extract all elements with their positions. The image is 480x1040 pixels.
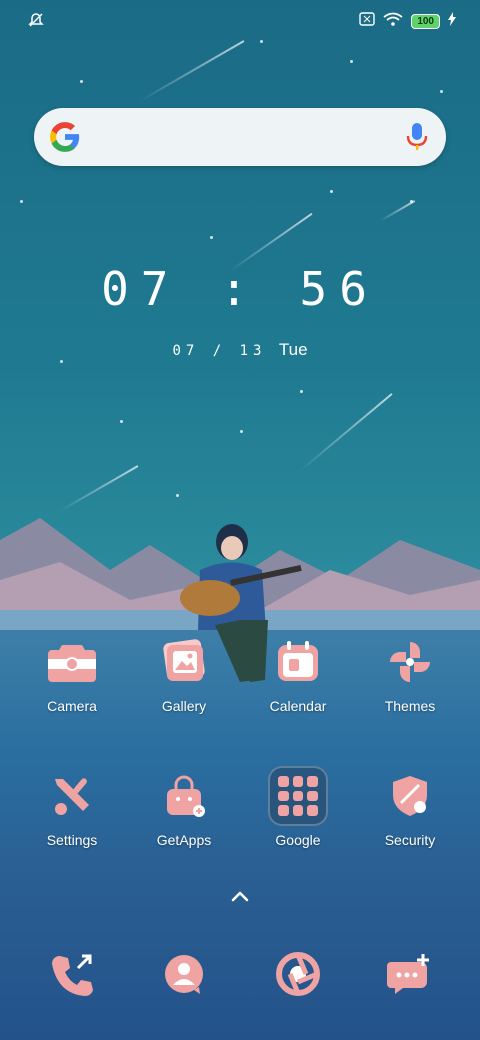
google-logo-icon: [50, 122, 80, 152]
browser-icon: [268, 944, 328, 1004]
meteor: [379, 200, 416, 222]
calendar-icon: [268, 632, 328, 692]
app-label: GetApps: [156, 832, 212, 848]
app-gallery[interactable]: Gallery: [134, 632, 234, 714]
dock-contacts[interactable]: [134, 944, 234, 1004]
date-numeric: 07 / 13: [172, 343, 267, 359]
no-sim-icon: [359, 12, 376, 31]
app-label: Security: [384, 832, 436, 848]
folder-icon: [268, 766, 328, 826]
clock-date[interactable]: 07 / 13 Tue: [0, 340, 480, 360]
google-search-bar[interactable]: [34, 108, 446, 166]
app-drawer-chevron-up-icon[interactable]: [228, 886, 252, 906]
meteor: [299, 393, 393, 472]
app-label: Calendar: [269, 698, 327, 714]
dock-messages[interactable]: [360, 944, 460, 1004]
app-camera[interactable]: Camera: [22, 632, 122, 714]
clock-time[interactable]: 07 : 56: [0, 262, 480, 316]
contacts-icon: [154, 944, 214, 1004]
folder-google[interactable]: Google: [248, 766, 348, 848]
dock-phone[interactable]: [22, 944, 122, 1004]
folder-label: Google: [275, 832, 321, 848]
dock-browser[interactable]: [248, 944, 348, 1004]
wifi-icon: [383, 12, 403, 31]
app-label: Gallery: [161, 698, 207, 714]
settings-wrench-icon: [42, 766, 102, 826]
weekday: Tue: [278, 340, 308, 359]
app-security[interactable]: Security: [360, 766, 460, 848]
meteor: [139, 40, 245, 102]
messages-icon: [380, 944, 440, 1004]
themes-icon: [380, 632, 440, 692]
app-label: Camera: [47, 698, 97, 714]
getapps-bag-icon: [154, 766, 214, 826]
app-settings[interactable]: Settings: [22, 766, 122, 848]
app-themes[interactable]: Themes: [360, 632, 460, 714]
app-label: Themes: [384, 698, 436, 714]
phone-icon: [42, 944, 102, 1004]
app-getapps[interactable]: GetApps: [134, 766, 234, 848]
app-label: Settings: [46, 832, 98, 848]
voice-search-mic-icon[interactable]: [406, 122, 428, 152]
security-shield-icon: [380, 766, 440, 826]
status-bar: 100: [0, 0, 480, 40]
app-calendar[interactable]: Calendar: [248, 632, 348, 714]
mute-notification-icon: [28, 12, 44, 33]
battery-indicator: 100: [411, 14, 440, 29]
camera-icon: [42, 632, 102, 692]
charging-icon: [448, 12, 456, 31]
gallery-icon: [154, 632, 214, 692]
